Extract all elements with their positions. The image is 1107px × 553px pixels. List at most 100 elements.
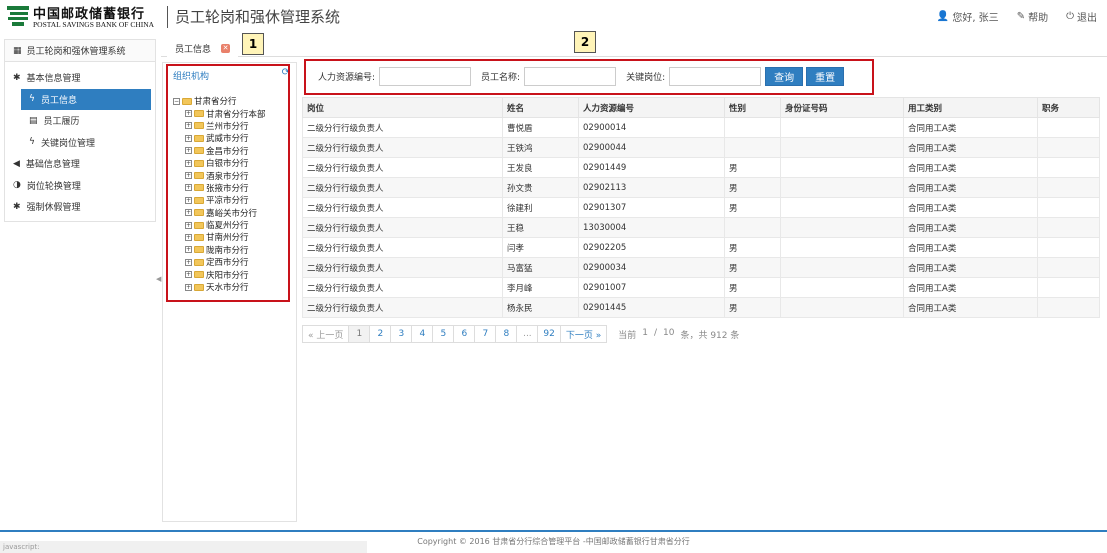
table-cell: 02900014 xyxy=(578,117,725,138)
table-row[interactable]: 二级分行行级负责人 曹悦盾 02900014 合同用工A类 xyxy=(302,117,1100,138)
table-row[interactable]: 二级分行行级负责人 李月峰 02901007 男 合同用工A类 xyxy=(302,277,1100,298)
logo-text-en: POSTAL SAVINGS BANK OF CHINA xyxy=(33,20,155,29)
table-cell: 02902113 xyxy=(578,177,725,198)
sidebar-item-label: 关键岗位管理 xyxy=(40,138,95,149)
power-icon: ⏻ xyxy=(1066,11,1074,22)
col-header-gender[interactable]: 性别 xyxy=(724,97,781,118)
table-row[interactable]: 二级分行行级负责人 杨永民 02901445 男 合同用工A类 xyxy=(302,297,1100,318)
table-cell: 合同用工A类 xyxy=(903,277,1038,298)
sidebar-item-rotation[interactable]: ◑ 岗位轮换管理 xyxy=(5,175,155,197)
table-cell: 二级分行行级负责人 xyxy=(302,137,503,158)
table-cell: 马富猛 xyxy=(502,257,579,278)
col-header-id-number[interactable]: 身份证号码 xyxy=(780,97,904,118)
table-cell: 合同用工A类 xyxy=(903,297,1038,318)
user-greeting-link[interactable]: 👤 您好, 张三 xyxy=(937,9,999,24)
app-header: 中国邮政储蓄银行 POSTAL SAVINGS BANK OF CHINA 员工… xyxy=(0,0,1107,34)
browser-status-bar: javascript: xyxy=(0,541,367,553)
table-cell: 男 xyxy=(724,297,781,318)
table-cell: 男 xyxy=(724,157,781,178)
table-cell xyxy=(1037,277,1100,298)
page-number-button[interactable]: 8 xyxy=(495,325,518,343)
table-cell xyxy=(1037,217,1100,238)
table-cell: 02902205 xyxy=(578,237,725,258)
sidebar-item-employee-resume[interactable]: ▤ 员工履历 xyxy=(5,110,155,132)
table-cell xyxy=(724,137,781,158)
table-cell xyxy=(1037,177,1100,198)
table-row[interactable]: 二级分行行级负责人 王稳 13030004 合同用工A类 xyxy=(302,217,1100,238)
table-row[interactable]: 二级分行行级负责人 闫孝 02902205 男 合同用工A类 xyxy=(302,237,1100,258)
table-cell xyxy=(1037,257,1100,278)
page-number-button[interactable]: 2 xyxy=(369,325,392,343)
col-header-hr-number[interactable]: 人力资源编号 xyxy=(578,97,725,118)
col-header-duty[interactable]: 职务 xyxy=(1037,97,1100,118)
table-cell xyxy=(1037,237,1100,258)
col-header-employment-type[interactable]: 用工类别 xyxy=(903,97,1038,118)
close-icon[interactable]: ✕ xyxy=(221,43,231,53)
prev-page-button[interactable]: « 上一页 xyxy=(302,325,350,343)
page-number-button[interactable]: 7 xyxy=(474,325,497,343)
table-cell: 合同用工A类 xyxy=(903,137,1038,158)
sidebar-item-forced-leave[interactable]: ✱ 强制休假管理 xyxy=(5,196,155,218)
table-cell: 二级分行行级负责人 xyxy=(302,177,503,198)
page-number-button[interactable]: 6 xyxy=(453,325,476,343)
pagination: « 上一页 1 2 3 4 5 6 7 8... 92 下一页 » 当前 1 / 10 条，共 … xyxy=(302,325,739,343)
table-cell xyxy=(780,297,904,318)
header-divider xyxy=(167,6,168,28)
table-cell: 男 xyxy=(724,197,781,218)
postal-logo-icon xyxy=(7,6,29,26)
table-cell xyxy=(780,117,904,138)
col-header-name[interactable]: 姓名 xyxy=(502,97,579,118)
sidebar-collapse-handle[interactable]: ◀ xyxy=(156,275,161,283)
table-cell: 二级分行行级负责人 xyxy=(302,277,503,298)
sidebar-item-key-post[interactable]: ϟ 关键岗位管理 xyxy=(5,132,155,154)
table-row[interactable]: 二级分行行级负责人 王铁鸿 02900044 合同用工A类 xyxy=(302,137,1100,158)
table-cell: 二级分行行级负责人 xyxy=(302,117,503,138)
page-number-button[interactable]: 1 xyxy=(348,325,371,343)
table-cell: 02901445 xyxy=(578,297,725,318)
tab-employee-info[interactable]: 员工信息 ✕ xyxy=(167,39,239,57)
sidebar-item-label: 强制休假管理 xyxy=(26,203,81,214)
employee-table: 岗位 姓名 人力资源编号 性别 身份证号码 用工类别 职务 二级分行行级负责人曹… xyxy=(302,97,1100,318)
table-row[interactable]: 二级分行行级负责人 孙文贵 02902113 男 合同用工A类 xyxy=(302,177,1100,198)
logout-label: 退出 xyxy=(1077,13,1097,24)
col-header-post[interactable]: 岗位 xyxy=(302,97,503,118)
table-cell xyxy=(780,197,904,218)
table-row[interactable]: 二级分行行级负责人 徐建利 02901307 男 合同用工A类 xyxy=(302,197,1100,218)
next-page-button[interactable]: 下一页 » xyxy=(559,325,608,343)
table-cell xyxy=(1037,137,1100,158)
page-number-button[interactable]: 5 xyxy=(432,325,455,343)
annotation-box-2 xyxy=(304,59,874,95)
asterisk-icon: ✱ xyxy=(13,201,21,212)
logout-link[interactable]: ⏻ 退出 xyxy=(1066,9,1097,24)
annotation-label-1: 1 xyxy=(242,33,264,55)
help-link[interactable]: ✎ 帮助 xyxy=(1017,9,1048,24)
table-cell: 二级分行行级负责人 xyxy=(302,217,503,238)
table-row[interactable]: 二级分行行级负责人 马富猛 02900034 男 合同用工A类 xyxy=(302,257,1100,278)
sidebar-item-label: 员工信息 xyxy=(40,95,77,106)
pin-icon: ✎ xyxy=(1016,11,1026,22)
sidebar-item-basic-info[interactable]: ✱ 基本信息管理 xyxy=(5,67,155,89)
sidebar-item-label: 岗位轮换管理 xyxy=(26,181,81,192)
table-cell: 男 xyxy=(724,257,781,278)
sidebar-item-base-info[interactable]: ◀ 基础信息管理 xyxy=(5,153,155,175)
footer-divider xyxy=(0,530,1107,532)
page-number-button[interactable]: 3 xyxy=(390,325,413,343)
table-cell: 02900044 xyxy=(578,137,725,158)
table-cell xyxy=(780,137,904,158)
sidebar-header: ▦ 员工轮岗和强休管理系统 xyxy=(5,40,155,62)
bolt-icon: ϟ xyxy=(29,137,35,148)
annotation-box-1 xyxy=(166,64,290,302)
table-cell: 02901307 xyxy=(578,197,725,218)
table-cell xyxy=(780,217,904,238)
table-cell: 徐建利 xyxy=(502,197,579,218)
page-number-button[interactable]: 92 xyxy=(537,325,561,343)
page-info-per-page: 10 xyxy=(663,327,675,338)
bank-logo: 中国邮政储蓄银行 POSTAL SAVINGS BANK OF CHINA xyxy=(6,3,166,31)
table-row[interactable]: 二级分行行级负责人 王发良 02901449 男 合同用工A类 xyxy=(302,157,1100,178)
sidebar-item-employee-info[interactable]: ϟ 员工信息 xyxy=(21,88,151,110)
page-number-button[interactable]: 4 xyxy=(411,325,434,343)
table-cell xyxy=(780,237,904,258)
table-cell xyxy=(780,177,904,198)
table-cell: 王铁鸿 xyxy=(502,137,579,158)
table-cell: 男 xyxy=(724,177,781,198)
